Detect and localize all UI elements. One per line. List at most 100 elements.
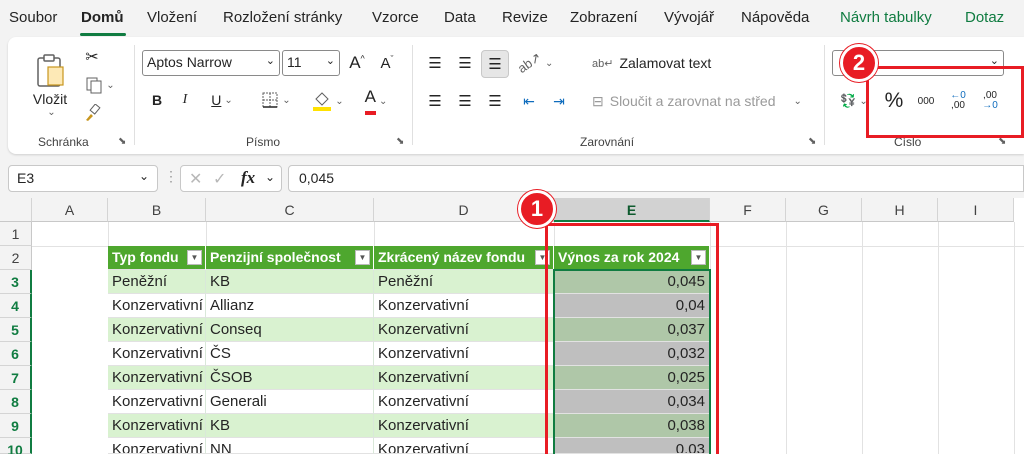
- paste-button[interactable]: Vložit ⌄: [28, 45, 72, 125]
- column-header-h[interactable]: H: [862, 198, 938, 222]
- copy-button[interactable]: ⌄: [80, 73, 120, 97]
- table-header-cell[interactable]: Zkrácený název fondu ▼: [374, 246, 554, 270]
- merge-center-button[interactable]: ⊟ Sloučit a zarovnat na střed ⌄: [592, 88, 812, 114]
- table-cell[interactable]: Konzervativní: [108, 318, 206, 342]
- tab-rozlozeni-stranky[interactable]: Rozložení stránky: [223, 9, 342, 26]
- wrap-text-button[interactable]: ab↵ Zalamovat text: [592, 50, 722, 76]
- tab-vzorce[interactable]: Vzorce: [372, 9, 419, 26]
- table-cell[interactable]: Generali: [206, 390, 374, 414]
- font-color-button[interactable]: A ⌄: [356, 87, 396, 115]
- row-header-2[interactable]: 2: [0, 246, 32, 270]
- align-left-button[interactable]: ☰: [422, 88, 448, 114]
- table-cell[interactable]: Konzervativní: [374, 342, 554, 366]
- column-header-i[interactable]: I: [938, 198, 1014, 222]
- tab-revize[interactable]: Revize: [502, 9, 548, 26]
- column-header-c[interactable]: C: [206, 198, 374, 222]
- table-cell[interactable]: ČS: [206, 342, 374, 366]
- decrease-indent-button[interactable]: ⇤: [516, 88, 542, 114]
- table-cell[interactable]: Konzervativní: [108, 294, 206, 318]
- row-header-8[interactable]: 8: [0, 390, 32, 414]
- row-header-5[interactable]: 5: [0, 318, 32, 342]
- table-cell[interactable]: KB: [206, 270, 374, 294]
- table-header-cell[interactable]: Penzijní společnost ▼: [206, 246, 374, 270]
- italic-button[interactable]: I: [174, 88, 196, 112]
- filter-dropdown-icon[interactable]: ▼: [187, 250, 202, 265]
- table-cell[interactable]: Konzervativní: [108, 414, 206, 438]
- table-cell[interactable]: Konzervativní: [108, 342, 206, 366]
- row-header-1[interactable]: 1: [0, 222, 32, 246]
- grow-font-button[interactable]: A^: [345, 51, 369, 75]
- dialog-launcher-icon[interactable]: ⬊: [808, 136, 816, 147]
- table-cell[interactable]: Konzervativní: [108, 438, 206, 454]
- row-header-4[interactable]: 4: [0, 294, 32, 318]
- insert-function-button[interactable]: fx: [241, 168, 255, 188]
- shrink-font-icon: Aˇ: [380, 54, 394, 72]
- clipboard-icon: [37, 53, 64, 87]
- tab-vyvojar[interactable]: Vývojář: [664, 9, 714, 26]
- table-cell[interactable]: Konzervativní: [108, 366, 206, 390]
- increase-indent-button[interactable]: ⇥: [546, 88, 572, 114]
- tab-zobrazeni[interactable]: Zobrazení: [570, 9, 638, 26]
- fill-color-button[interactable]: ⌄: [308, 88, 348, 114]
- orientation-button[interactable]: ab↗ ⌄: [513, 49, 557, 77]
- worksheet-grid[interactable]: A B C D E F G H I 1 2 3 4 5 6 7 8 9 10 T…: [0, 198, 1024, 454]
- bold-button[interactable]: B: [146, 88, 168, 112]
- more-options-icon[interactable]: ⋮: [164, 168, 178, 185]
- table-cell[interactable]: Konzervativní: [374, 414, 554, 438]
- tab-vlozeni[interactable]: Vložení: [147, 9, 197, 26]
- table-cell[interactable]: Allianz: [206, 294, 374, 318]
- align-bottom-button[interactable]: ☰: [481, 50, 509, 78]
- font-name-combo[interactable]: Aptos Narrow ⌄: [142, 50, 280, 76]
- table-cell[interactable]: Peněžní: [374, 270, 554, 294]
- chevron-down-icon: ⌄: [106, 79, 115, 91]
- dialog-launcher-icon[interactable]: ⬊: [396, 136, 404, 147]
- table-cell[interactable]: Conseq: [206, 318, 374, 342]
- filter-dropdown-icon[interactable]: ▼: [355, 250, 370, 265]
- cancel-icon[interactable]: ✕: [189, 169, 202, 189]
- table-header-cell[interactable]: Typ fondu ▼: [108, 246, 206, 270]
- column-header-e[interactable]: E: [554, 198, 710, 222]
- enter-icon[interactable]: ✓: [213, 169, 226, 189]
- align-top-button[interactable]: ☰: [422, 50, 448, 76]
- table-cell[interactable]: Konzervativní: [374, 366, 554, 390]
- table-cell[interactable]: NN: [206, 438, 374, 454]
- tab-navrh-tabulky[interactable]: Návrh tabulky: [840, 9, 932, 26]
- shrink-font-button[interactable]: Aˇ: [375, 51, 399, 75]
- row-header-3[interactable]: 3: [0, 270, 32, 294]
- column-header-g[interactable]: G: [786, 198, 862, 222]
- select-all-corner[interactable]: [0, 198, 32, 222]
- row-header-10[interactable]: 10: [0, 438, 32, 454]
- table-cell[interactable]: Konzervativní: [374, 438, 554, 454]
- row-header-6[interactable]: 6: [0, 342, 32, 366]
- cut-button[interactable]: ✂: [80, 45, 104, 69]
- underline-button[interactable]: U ⌄: [204, 88, 240, 112]
- format-painter-button[interactable]: [80, 101, 104, 125]
- table-cell[interactable]: ČSOB: [206, 366, 374, 390]
- tab-data[interactable]: Data: [444, 9, 476, 26]
- table-cell[interactable]: KB: [206, 414, 374, 438]
- grow-font-icon: A^: [349, 53, 365, 72]
- table-cell[interactable]: Konzervativní: [374, 294, 554, 318]
- borders-button[interactable]: ⌄: [256, 88, 296, 112]
- column-header-b[interactable]: B: [108, 198, 206, 222]
- tab-dotaz[interactable]: Dotaz: [965, 9, 1004, 26]
- align-center-button[interactable]: ☰: [452, 88, 478, 114]
- column-header-a[interactable]: A: [32, 198, 108, 222]
- orientation-icon: ab↗: [514, 49, 544, 77]
- table-cell[interactable]: Konzervativní: [108, 390, 206, 414]
- tab-soubor[interactable]: Soubor: [9, 9, 57, 26]
- name-box[interactable]: E3 ⌄: [8, 165, 158, 192]
- column-header-f[interactable]: F: [710, 198, 786, 222]
- tab-napoveda[interactable]: Nápověda: [741, 9, 809, 26]
- dialog-launcher-icon[interactable]: ⬊: [118, 136, 126, 147]
- align-middle-button[interactable]: ☰: [452, 50, 478, 76]
- font-size-combo[interactable]: 11 ⌄: [282, 50, 340, 76]
- row-header-9[interactable]: 9: [0, 414, 32, 438]
- table-cell[interactable]: Konzervativní: [374, 318, 554, 342]
- table-cell[interactable]: Konzervativní: [374, 390, 554, 414]
- align-right-button[interactable]: ☰: [482, 88, 508, 114]
- tab-domu[interactable]: Domů: [81, 9, 124, 26]
- formula-input[interactable]: 0,045: [288, 165, 1024, 192]
- row-header-7[interactable]: 7: [0, 366, 32, 390]
- table-cell[interactable]: Peněžní: [108, 270, 206, 294]
